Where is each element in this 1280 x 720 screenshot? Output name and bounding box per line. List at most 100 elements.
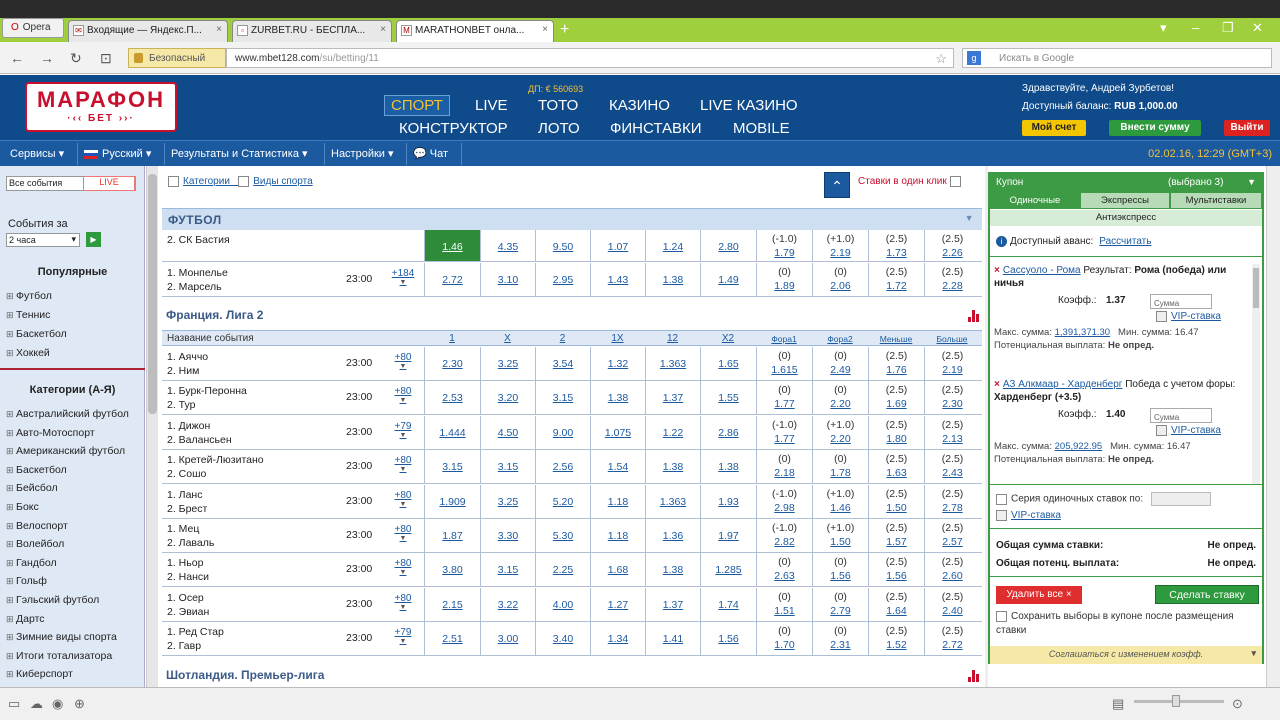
handicap-cell[interactable]: (2.5) 1.64: [868, 587, 924, 621]
tab-list-icon[interactable]: ▾: [1160, 20, 1167, 36]
category-item[interactable]: Зимние виды спорта: [6, 631, 117, 643]
category-item[interactable]: Киберспорт: [6, 668, 73, 680]
new-tab-icon[interactable]: +: [560, 22, 569, 38]
event-teams[interactable]: 1. Ланс 2. Брест: [167, 488, 207, 516]
handicap-cell[interactable]: (2.5) 1.80: [868, 415, 924, 449]
handicap-cell[interactable]: (-1.0) 1.77: [756, 415, 812, 449]
handicap-cell[interactable]: (0) 1.56: [812, 553, 868, 587]
odds-cell[interactable]: 5.20: [535, 484, 590, 518]
more-markets-link[interactable]: +80 ▼: [388, 558, 418, 576]
bet-match-link[interactable]: Сассуоло - Рома: [1003, 265, 1081, 276]
category-item[interactable]: Гэльский футбол: [6, 594, 99, 606]
page-view-icon[interactable]: ▤: [1112, 696, 1124, 712]
sport-item[interactable]: Баскетбол: [6, 328, 67, 340]
col-header[interactable]: Фора1: [756, 334, 812, 344]
col-header[interactable]: 1X: [590, 333, 645, 344]
category-item[interactable]: Бейсбол: [6, 482, 58, 494]
odds-cell[interactable]: 1.49: [700, 263, 756, 296]
odds-cell[interactable]: 1.37: [645, 587, 700, 621]
handicap-cell[interactable]: (0) 2.63: [756, 553, 812, 587]
odds-cell[interactable]: 1.68: [590, 553, 645, 587]
menu-services[interactable]: Сервисы ▾: [10, 147, 64, 160]
odds-cell[interactable]: 3.20: [480, 381, 535, 415]
col-header[interactable]: Меньше: [868, 334, 924, 344]
more-markets-link[interactable]: +80 ▼: [388, 490, 418, 508]
handicap-cell[interactable]: (0) 1.615: [756, 347, 812, 380]
handicap-cell[interactable]: (+1.0) 2.20: [812, 415, 868, 449]
odds-cell[interactable]: 1.56: [700, 622, 756, 656]
category-item[interactable]: Авто-Мотоспорт: [6, 427, 95, 439]
live-toggle[interactable]: LIVE: [83, 176, 135, 191]
handicap-cell[interactable]: (2.5) 2.40: [924, 587, 980, 621]
series-checkbox[interactable]: [996, 493, 1007, 505]
handicap-cell[interactable]: (0) 2.20: [812, 381, 868, 415]
handicap-cell[interactable]: (2.5) 2.78: [924, 484, 980, 518]
odds-cell[interactable]: 1.18: [590, 519, 645, 552]
handicap-cell[interactable]: (0) 1.70: [756, 622, 812, 656]
category-item[interactable]: Австралийский футбол: [6, 408, 129, 420]
col-header[interactable]: X: [480, 333, 535, 344]
more-markets-link[interactable]: +80 ▼: [388, 593, 418, 611]
zoom-slider[interactable]: [1134, 695, 1224, 707]
odds-cell[interactable]: 1.075: [590, 415, 645, 449]
odds-cell[interactable]: 3.15: [535, 381, 590, 415]
odds-cell[interactable]: 3.40: [535, 622, 590, 656]
odds-cell[interactable]: 2.53: [424, 381, 480, 415]
statistics-icon[interactable]: [968, 310, 980, 322]
handicap-cell[interactable]: (2.5) 1.76: [868, 347, 924, 380]
odds-cell[interactable]: 1.34: [590, 622, 645, 656]
menu-results[interactable]: Результаты и Статистика ▾: [171, 147, 308, 160]
handicap-cell[interactable]: (2.5) 1.73: [868, 230, 924, 261]
speed-dial-icon[interactable]: ⊡: [100, 50, 112, 67]
chevron-down-icon[interactable]: ▼: [1247, 177, 1256, 187]
category-item[interactable]: Гольф: [6, 575, 47, 587]
event-teams[interactable]: 1. Мец 2. Лаваль: [167, 522, 214, 550]
nav-sport[interactable]: СПОРТ: [384, 95, 450, 116]
handicap-cell[interactable]: (0) 1.77: [756, 381, 812, 415]
odds-cell[interactable]: 1.37: [645, 381, 700, 415]
sport-header-football[interactable]: ФУТБОЛ ▼: [162, 208, 982, 230]
save-choices-checkbox[interactable]: [996, 610, 1007, 622]
col-header[interactable]: Больше: [924, 334, 980, 344]
odds-cell[interactable]: 1.38: [645, 450, 700, 484]
back-icon[interactable]: ←: [10, 50, 24, 66]
nav-live-casino[interactable]: LIVE КАЗИНО: [700, 97, 798, 114]
sidebar-scrollbar[interactable]: [146, 166, 158, 687]
bookmark-star-icon[interactable]: ☆: [935, 51, 947, 67]
odds-cell[interactable]: 1.444: [424, 415, 480, 449]
nav-casino[interactable]: КАЗИНО: [609, 97, 670, 114]
panel-toggle-icon[interactable]: ▭: [8, 696, 20, 712]
odds-cell[interactable]: 1.36: [645, 519, 700, 552]
handicap-cell[interactable]: (-1.0) 2.98: [756, 484, 812, 518]
handicap-cell[interactable]: (2.5) 1.69: [868, 381, 924, 415]
sync-icon[interactable]: ⊕: [74, 696, 85, 712]
zoom-reset-icon[interactable]: ⊙: [1232, 696, 1243, 712]
scroll-up-button[interactable]: ⌃: [824, 172, 850, 198]
sports-checkbox[interactable]: [238, 176, 250, 187]
odds-cell[interactable]: 3.25: [480, 347, 535, 380]
vip-bet-link[interactable]: VIP-ставка: [1156, 424, 1221, 437]
stake-input[interactable]: Сумма: [1150, 294, 1212, 309]
event-teams[interactable]: 1. Кретей-Люзитано 2. Сошо: [167, 453, 264, 481]
minimize-icon[interactable]: –: [1192, 20, 1199, 35]
tab-antiexpress[interactable]: Антиэкспресс: [990, 210, 1262, 226]
statistics-icon[interactable]: [968, 670, 980, 682]
odds-cell[interactable]: 3.15: [424, 450, 480, 484]
url-input[interactable]: www.mbet128.com/su/betting/11 ☆: [226, 48, 954, 68]
sport-item[interactable]: Хоккей: [6, 347, 50, 359]
odds-cell[interactable]: 4.35: [480, 230, 535, 261]
deposit-button[interactable]: Внести сумму: [1109, 120, 1201, 136]
stake-input[interactable]: Сумма: [1150, 408, 1212, 423]
close-tab-icon[interactable]: ×: [380, 24, 386, 35]
category-item[interactable]: Баскетбол: [6, 464, 67, 476]
odds-cell[interactable]: 3.30: [480, 519, 535, 552]
odds-cell[interactable]: 1.38: [645, 553, 700, 587]
next-league-title[interactable]: Шотландия. Премьер-лига: [166, 668, 324, 682]
marathon-logo[interactable]: МАРАФОН ·‹‹ БЕТ ››·: [25, 82, 177, 132]
period-apply-button[interactable]: ▶: [86, 232, 101, 247]
coupon-scrollbar[interactable]: [1252, 264, 1260, 484]
col-header[interactable]: 12: [645, 333, 700, 344]
close-tab-icon[interactable]: ×: [542, 24, 548, 35]
handicap-cell[interactable]: (2.5) 1.50: [868, 484, 924, 518]
more-markets-link[interactable]: +80 ▼: [388, 455, 418, 473]
